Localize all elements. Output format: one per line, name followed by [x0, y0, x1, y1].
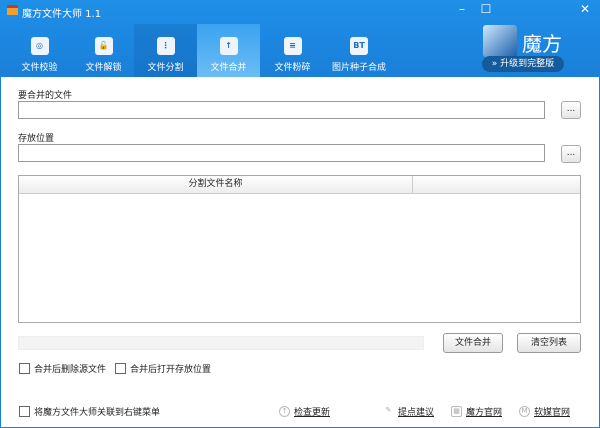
pencil-icon: ✎ [385, 406, 392, 414]
link-text[interactable]: 检查更新 [294, 405, 330, 418]
maximize-button[interactable]: ☐ [476, 2, 496, 16]
minimize-button[interactable]: – [452, 2, 472, 16]
link-text[interactable]: 提点建议 [398, 405, 434, 418]
check-update-link[interactable]: ↑ 检查更新 [279, 405, 330, 418]
close-button[interactable]: ✕ [575, 2, 595, 16]
tab-label: 文件粉碎 [274, 63, 311, 73]
tab-file-unlock[interactable]: 🔓 文件解锁 [72, 24, 135, 77]
link-text[interactable]: 软媒官网 [534, 405, 570, 418]
checkbox-box[interactable] [19, 406, 30, 417]
dest-label: 存放位置 [18, 134, 55, 144]
zip-split-icon: ⋮ [156, 37, 175, 55]
header: 魔方文件大师 1.1 – ☐ ✕ ◎ 文件校验 🔓 文件解锁 ⋮ 文件分割 ↑ 文件合并… [0, 0, 600, 77]
tab-label: 文件解锁 [85, 63, 122, 73]
checkbox-label: 合并后删除源文件 [34, 365, 107, 375]
open-location-checkbox[interactable]: 合并后打开存放位置 [115, 362, 211, 375]
unlock-icon: 🔓 [94, 37, 113, 55]
ruanmei-site-link[interactable]: M 软媒官网 [519, 405, 570, 418]
source-file-input[interactable] [18, 101, 545, 119]
upgrade-button[interactable]: » 升级到完整版 [482, 56, 564, 72]
context-menu-checkbox[interactable]: 将魔方文件大师关联到右键菜单 [19, 405, 160, 418]
tab-label: 文件校验 [21, 63, 58, 73]
brand-name: 魔方 [522, 32, 562, 56]
checkbox-label: 合并后打开存放位置 [130, 365, 212, 375]
cube-logo-icon [483, 25, 517, 57]
window-title: 魔方文件大师 1.1 [22, 9, 102, 20]
tab-file-verify[interactable]: ◎ 文件校验 [8, 24, 71, 77]
progress-bar [18, 336, 424, 350]
checkbox-label: 将魔方文件大师关联到右键菜单 [34, 408, 161, 418]
arrow-up-icon: ↑ [279, 406, 290, 417]
clear-list-button[interactable]: 清空列表 [517, 333, 581, 353]
tab-label: 图片种子合成 [331, 63, 386, 73]
split-files-table[interactable]: 分割文件名称 [18, 175, 581, 323]
mofang-site-link[interactable]: ▦ 魔方官网 [451, 405, 502, 418]
zip-merge-icon: ↑ [219, 37, 238, 55]
feedback-link[interactable]: ✎ 提点建议 [383, 405, 434, 418]
tab-file-merge[interactable]: ↑ 文件合并 [197, 24, 260, 77]
checkbox-box[interactable] [19, 363, 30, 374]
tab-file-shred[interactable]: ≡ 文件粉碎 [261, 24, 324, 77]
source-label: 要合并的文件 [18, 91, 73, 101]
link-text[interactable]: 魔方官网 [466, 405, 502, 418]
browse-dest-button[interactable]: ... [561, 145, 581, 163]
checkbox-box[interactable] [115, 363, 126, 374]
tab-image-seed[interactable]: BT 图片种子合成 [322, 24, 396, 77]
bt-icon: BT [350, 37, 368, 55]
browse-source-button[interactable]: ... [561, 101, 581, 119]
m-logo-icon: M [519, 406, 530, 417]
tab-label: 文件合并 [210, 63, 247, 73]
table-header: 分割文件名称 [19, 176, 580, 194]
merge-button[interactable]: 文件合并 [443, 333, 503, 353]
upgrade-label: 升级到完整版 [500, 59, 555, 69]
delete-source-checkbox[interactable]: 合并后删除源文件 [19, 362, 106, 375]
dest-folder-input[interactable] [18, 144, 545, 162]
column-header[interactable]: 分割文件名称 [19, 176, 413, 193]
tab-label: 文件分割 [147, 63, 184, 73]
shredder-icon: ≡ [283, 37, 302, 55]
grid-icon: ▦ [451, 406, 462, 417]
magnifier-icon: ◎ [30, 37, 49, 55]
tab-file-split[interactable]: ⋮ 文件分割 [134, 24, 197, 77]
app-icon [7, 5, 18, 15]
